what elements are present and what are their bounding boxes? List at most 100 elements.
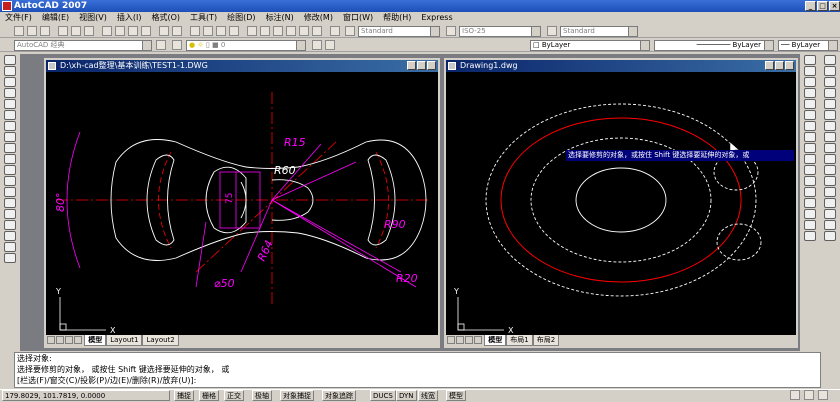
layer-select[interactable]: ● ☼ ▯ ■ 0 [186, 40, 306, 51]
radius-dim-icon[interactable] [804, 99, 816, 109]
next-tab-icon[interactable] [65, 336, 73, 344]
angular-dim-icon[interactable] [804, 132, 816, 142]
insert-block-icon[interactable] [4, 176, 16, 186]
paste-icon[interactable] [128, 26, 138, 36]
drawing-canvas[interactable]: Y X [446, 72, 796, 337]
copy-icon[interactable] [115, 26, 125, 36]
drawing-canvas[interactable]: R15 R60 R90 R20 R64 ⌀50 80° 75 Y X [46, 72, 438, 337]
mtext-icon[interactable] [4, 253, 16, 263]
scale-icon[interactable] [824, 132, 836, 142]
offset-icon[interactable] [824, 88, 836, 98]
first-tab-icon[interactable] [47, 336, 55, 344]
rotate-icon[interactable] [824, 121, 836, 131]
region-icon[interactable] [4, 231, 16, 241]
sheet-set-icon[interactable] [286, 26, 296, 36]
clean-screen-icon[interactable] [818, 390, 828, 400]
properties-icon[interactable] [247, 26, 257, 36]
menu-help[interactable]: 帮助(H) [378, 12, 416, 24]
make-current-layer-icon[interactable] [312, 40, 322, 50]
workspace-select[interactable]: AutoCAD 经典 [14, 40, 152, 51]
table-style-icon[interactable] [547, 26, 557, 36]
menu-dimension[interactable]: 标注(N) [261, 12, 299, 24]
menu-window[interactable]: 窗口(W) [338, 12, 378, 24]
last-tab-icon[interactable] [474, 336, 482, 344]
line-icon[interactable] [4, 55, 16, 65]
tab-layout2[interactable]: 布局2 [532, 335, 560, 346]
dim-style-select[interactable]: ISO-25 [459, 26, 541, 37]
menu-file[interactable]: 文件(F) [0, 12, 37, 24]
fillet-icon[interactable] [824, 220, 836, 230]
copy-object-icon[interactable] [824, 66, 836, 76]
linetype-select[interactable]: ──────── ByLayer [654, 40, 774, 51]
maximize-icon[interactable] [775, 61, 784, 70]
move-icon[interactable] [824, 110, 836, 120]
otrack-toggle[interactable]: 对象追踪 [322, 390, 356, 401]
tab-layout1[interactable]: Layout1 [106, 335, 143, 346]
point-icon[interactable] [4, 198, 16, 208]
table-style-select[interactable]: Standard [560, 26, 638, 37]
polar-toggle[interactable]: 极轴 [252, 390, 272, 401]
lock-icon[interactable] [790, 390, 800, 400]
text-style-icon[interactable] [345, 26, 355, 36]
table-icon[interactable] [4, 242, 16, 252]
design-center-icon[interactable] [260, 26, 270, 36]
diameter-dim-icon[interactable] [804, 121, 816, 131]
last-tab-icon[interactable] [74, 336, 82, 344]
comm-center-icon[interactable] [804, 390, 814, 400]
spline-icon[interactable] [4, 143, 16, 153]
publish-icon[interactable] [84, 26, 94, 36]
menu-tools[interactable]: 工具(T) [185, 12, 222, 24]
ortho-toggle[interactable]: 正交 [224, 390, 244, 401]
model-toggle[interactable]: 模型 [446, 390, 466, 401]
grid-toggle[interactable]: 栅格 [199, 390, 219, 401]
chamfer-icon[interactable] [824, 209, 836, 219]
tab-model[interactable]: 模型 [84, 335, 107, 346]
prev-tab-icon[interactable] [56, 336, 64, 344]
help-icon[interactable] [330, 26, 340, 36]
redo-icon[interactable] [172, 26, 182, 36]
cut-icon[interactable] [102, 26, 112, 36]
linear-dim-icon[interactable] [804, 55, 816, 65]
lineweight-select[interactable]: ── ByLayer [778, 40, 838, 51]
command-prompt[interactable]: [栏选(F)/窗交(C)/投影(P)/边(E)/删除(R)/放弃(U)]: [17, 375, 820, 386]
aligned-dim-icon[interactable] [804, 66, 816, 76]
tab-layout1[interactable]: 布局1 [506, 335, 533, 346]
menu-express[interactable]: Express [416, 12, 457, 24]
rectangle-icon[interactable] [4, 99, 16, 109]
save-icon[interactable] [40, 26, 50, 36]
menu-view[interactable]: 视图(V) [74, 12, 112, 24]
make-block-icon[interactable] [4, 187, 16, 197]
dim-edit-icon[interactable] [804, 209, 816, 219]
new-icon[interactable] [14, 26, 24, 36]
minimize-icon[interactable] [407, 61, 416, 70]
ellipse-arc-icon[interactable] [4, 165, 16, 175]
hatch-icon[interactable] [4, 209, 16, 219]
open-icon[interactable] [27, 26, 37, 36]
revision-cloud-icon[interactable] [4, 132, 16, 142]
explode-icon[interactable] [824, 231, 836, 241]
next-tab-icon[interactable] [465, 336, 473, 344]
markup-icon[interactable] [299, 26, 309, 36]
menu-modify[interactable]: 修改(M) [299, 12, 338, 24]
dim-style-icon[interactable] [446, 26, 456, 36]
minimize-icon[interactable]: _ [805, 1, 816, 11]
trim-icon[interactable] [824, 154, 836, 164]
close-icon[interactable] [427, 61, 436, 70]
color-select[interactable]: □ ByLayer [530, 40, 650, 51]
tab-model[interactable]: 模型 [484, 335, 507, 346]
dim-update-icon[interactable] [804, 231, 816, 241]
close-icon[interactable]: × [829, 1, 840, 11]
match-properties-icon[interactable] [141, 26, 151, 36]
calculator-icon[interactable] [312, 26, 322, 36]
mirror-icon[interactable] [824, 77, 836, 87]
osnap-toggle[interactable]: 对象捕捉 [280, 390, 314, 401]
erase-icon[interactable] [824, 55, 836, 65]
undo-icon[interactable] [159, 26, 169, 36]
zoom-previous-icon[interactable] [229, 26, 239, 36]
arc-icon[interactable] [4, 110, 16, 120]
zoom-window-icon[interactable] [216, 26, 226, 36]
ducs-toggle[interactable]: DUCS [370, 390, 396, 401]
preview-icon[interactable] [71, 26, 81, 36]
command-line[interactable]: 选择对象: 选择要修剪的对象， 或按住 Shift 键选择要延伸的对象， 或 [… [14, 352, 821, 388]
continue-icon[interactable] [804, 165, 816, 175]
